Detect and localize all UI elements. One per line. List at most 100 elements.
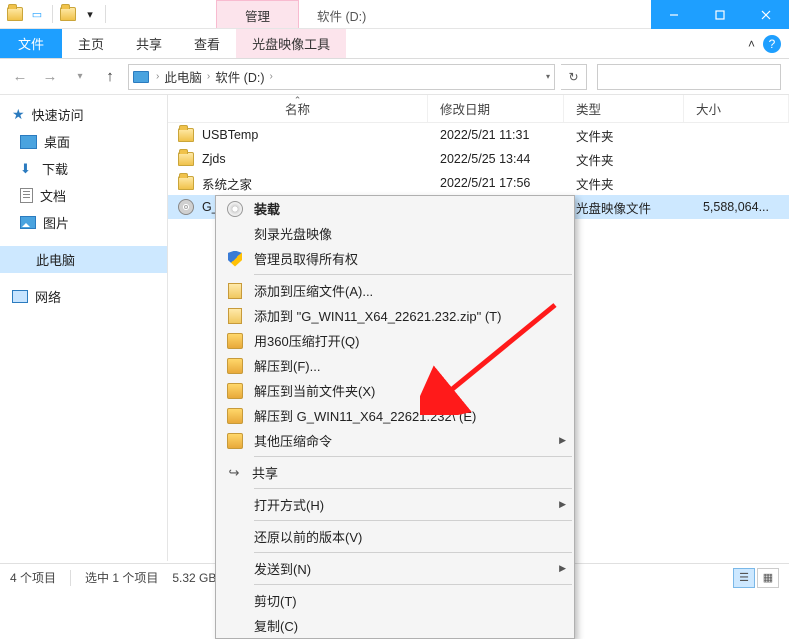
ctx-share[interactable]: ↪共享 [216,460,574,485]
file-row[interactable]: Zjds 2022/5/25 13:44 文件夹 [168,147,789,171]
folder-icon [178,152,194,166]
toolbar-separator [52,5,53,23]
minimize-button[interactable] [651,0,697,29]
ctx-extract-named[interactable]: 解压到 G_WIN11_X64_22621.232\ (E) [216,403,574,428]
ctx-burn[interactable]: 刻录光盘映像 [216,221,574,246]
folder-icon [178,176,194,190]
file-type: 光盘映像文件 [564,198,684,217]
menu-separator [254,584,572,585]
forward-button[interactable]: → [38,65,62,89]
status-size: 5.32 GB [172,571,216,585]
tab-home[interactable]: 主页 [62,29,120,58]
status-separator [70,570,71,586]
ctx-extract-to[interactable]: 解压到(F)... [216,353,574,378]
nav-documents[interactable]: 文档 [0,182,167,209]
file-name: Zjds [202,152,226,166]
ctx-cut[interactable]: 剪切(T) [216,588,574,613]
status-item-count: 4 个项目 [10,569,56,586]
breadcrumb-this-pc[interactable]: 此电脑 [164,67,202,86]
disc-icon [227,201,243,217]
archive-icon [228,308,242,324]
tab-disc-image-tools[interactable]: 光盘映像工具 [236,29,346,58]
up-button[interactable]: ↑ [98,65,122,89]
quick-access-toolbar: ▭ ▾ [0,0,114,28]
file-row[interactable]: 系统之家 2022/5/21 17:56 文件夹 [168,171,789,195]
file-row[interactable]: USBTemp 2022/5/21 11:31 文件夹 [168,123,789,147]
icons-view-button[interactable]: ▦ [757,568,779,588]
system-menu-icon[interactable] [6,5,24,23]
box-icon [227,333,243,349]
ctx-add-zip[interactable]: 添加到 "G_WIN11_X64_22621.232.zip" (T) [216,303,574,328]
recent-locations-icon[interactable]: ▾ [68,65,92,89]
box-icon [227,358,243,374]
file-date: 2022/5/25 13:44 [428,152,564,166]
ctx-send-to[interactable]: 发送到(N) [216,556,574,581]
ctx-admin-ownership[interactable]: 管理员取得所有权 [216,246,574,271]
file-date: 2022/5/21 11:31 [428,128,564,142]
view-toggles: ☰ ▦ [733,568,779,588]
file-type: 文件夹 [564,126,684,145]
folder-icon [178,128,194,142]
menu-separator [254,552,572,553]
disc-image-icon [178,199,194,215]
address-bar[interactable]: › 此电脑 › 软件 (D:) › ▾ [128,64,555,90]
file-type: 文件夹 [564,150,684,169]
ctx-restore-previous[interactable]: 还原以前的版本(V) [216,524,574,549]
chevron-right-icon[interactable]: › [204,71,213,82]
chevron-right-icon[interactable]: › [153,71,162,82]
context-menu: 装载 刻录光盘映像 管理员取得所有权 添加到压缩文件(A)... 添加到 "G_… [215,195,575,639]
ctx-add-archive[interactable]: 添加到压缩文件(A)... [216,278,574,303]
window-title: 软件 (D:) [299,0,384,28]
window-controls [651,0,789,28]
address-bar-row: ← → ▾ ↑ › 此电脑 › 软件 (D:) › ▾ ↻ [0,59,789,95]
details-view-button[interactable]: ☰ [733,568,755,588]
nav-desktop[interactable]: 桌面 [0,128,167,155]
column-size[interactable]: 大小 [684,95,789,122]
pc-icon [12,253,29,266]
nav-this-pc[interactable]: 此电脑 [0,246,167,273]
shield-icon [228,251,242,267]
share-icon: ↪ [226,465,242,481]
ctx-open-360[interactable]: 用360压缩打开(Q) [216,328,574,353]
chevron-right-icon[interactable]: › [267,71,276,82]
properties-icon[interactable]: ▭ [28,5,46,23]
back-button[interactable]: ← [8,65,32,89]
close-button[interactable] [743,0,789,29]
box-icon [227,433,243,449]
column-name[interactable]: ⌃名称 [168,95,428,122]
file-name: 系统之家 [202,174,252,193]
column-date[interactable]: 修改日期 [428,95,564,122]
menu-separator [254,520,572,521]
ctx-mount[interactable]: 装载 [216,196,574,221]
status-selected: 选中 1 个项目 [85,569,158,586]
new-folder-icon[interactable] [59,5,77,23]
nav-pictures[interactable]: 图片 [0,209,167,236]
sort-ascending-icon: ⌃ [294,95,302,106]
file-size: 5,588,064... [684,200,789,214]
ctx-open-with[interactable]: 打开方式(H) [216,492,574,517]
toolbar-overflow-icon[interactable]: ▾ [81,5,99,23]
address-dropdown-icon[interactable]: ▾ [546,72,550,81]
help-icon[interactable]: ? [763,35,781,53]
box-icon [227,383,243,399]
nav-downloads[interactable]: ⬇下载 [0,155,167,182]
breadcrumb-drive[interactable]: 软件 (D:) [215,67,264,86]
ctx-copy[interactable]: 复制(C) [216,613,574,638]
nav-network[interactable]: 网络 [0,283,167,310]
search-box[interactable] [597,64,781,90]
maximize-button[interactable] [697,0,743,29]
menu-separator [254,488,572,489]
collapse-ribbon-icon[interactable]: ˄ [748,37,755,51]
desktop-icon [20,135,37,149]
ctx-other-compress[interactable]: 其他压缩命令 [216,428,574,453]
menu-separator [254,456,572,457]
pc-icon [133,71,149,83]
refresh-button[interactable]: ↻ [561,64,587,90]
nav-quick-access[interactable]: ★快速访问 [0,101,167,128]
toolbar-separator [105,5,106,23]
tab-share[interactable]: 共享 [120,29,178,58]
file-tab[interactable]: 文件 [0,29,62,58]
column-type[interactable]: 类型 [564,95,684,122]
ctx-extract-here[interactable]: 解压到当前文件夹(X) [216,378,574,403]
tab-view[interactable]: 查看 [178,29,236,58]
